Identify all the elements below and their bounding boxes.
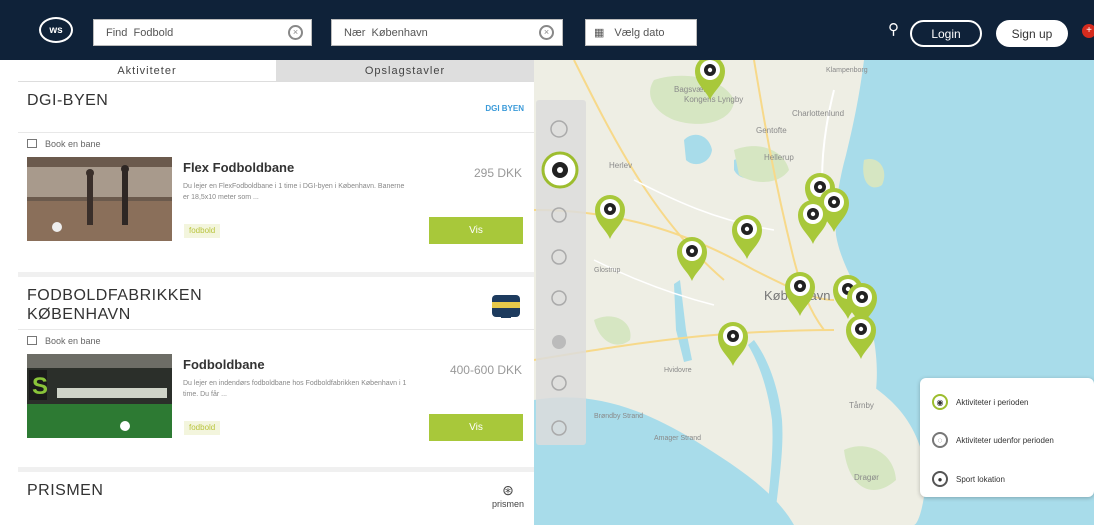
map-label-brondby: Brøndby Strand [594,413,643,420]
venue-card: PRISMEN ⊛ prismen [18,472,534,525]
map-label-tarnby: Tårnby [849,401,874,410]
results-panel: Aktiviteter Opslagstavler DGI-BYEN DGI B… [18,60,534,525]
date-picker-label: Vælg dato [614,26,665,39]
search-input[interactable] [94,26,311,39]
map-label-hellerup: Hellerup [764,153,794,162]
date-picker[interactable]: ▦ Vælg dato [585,19,697,46]
book-court-text: Book en bane [45,138,101,149]
map-label-hvidovre: Hvidovre [664,367,692,374]
top-navigation-bar: ws × × ▦ Vælg dato ⚲ Login Sign up + [0,0,1094,60]
football-category-icon[interactable] [541,151,579,189]
venue-name[interactable]: PRISMEN [27,482,103,522]
venue-name[interactable]: FODBOLDFABRIKKEN KØBENHAVN [27,286,202,329]
activity-price: 295 DKK [473,166,522,180]
venue-name-line-2: KØBENHAVN [27,306,131,323]
tab-bulletin-boards[interactable]: Opslagstavler [276,60,534,81]
grid-icon [27,336,37,345]
book-court-label: Book en bane [18,329,534,351]
location-field[interactable]: × [331,19,563,46]
search-field[interactable]: × [93,19,312,46]
legend-item-outside-period[interactable]: ◌ Aktiviteter udenfor perioden [932,432,1054,448]
activity-title[interactable]: Fodboldbane [183,357,265,372]
tab-activities[interactable]: Aktiviteter [18,60,276,81]
activity-tag: fodbold [184,421,221,435]
activity-title[interactable]: Flex Fodboldbane [183,160,294,175]
map-label-dragor: Dragør [854,473,879,482]
venue-name[interactable]: DGI-BYEN [27,92,108,132]
map-legend: ◉ Aktiviteter i perioden ◌ Aktiviteter u… [920,378,1094,497]
venue-logo-text: prismen [491,499,524,509]
activity-description: Du lejer en FlexFodboldbane i 1 time i D… [183,183,405,201]
activity-description: Du lejer en indendørs fodboldbane hos Fo… [183,380,407,398]
activity-row[interactable]: S Fodboldbane Du lejer en indendørs fodb… [18,351,534,441]
venue-logo: DGI BYEN [485,104,524,113]
map-label-amager: Amager Strand [654,435,701,442]
view-button[interactable]: Vis [429,414,523,441]
legend-label: Aktiviteter udenfor perioden [956,435,1054,445]
book-court-label: Book en bane [18,132,534,154]
activity-row[interactable]: Flex Fodboldbane Du lejer en FlexFodbold… [18,154,534,244]
venue-name-line-1: FODBOLDFABRIKKEN [27,287,203,304]
map-label-charlottenlund: Charlottenlund [792,109,844,118]
ball-category-icon[interactable] [552,335,566,349]
calendar-icon: ▦ [594,27,605,39]
activity-tag: fodbold [184,224,221,238]
view-button[interactable]: Vis [429,217,523,244]
inactive-pin-icon: ◌ [932,432,948,448]
login-button[interactable]: Login [910,20,982,47]
venue-card: FODBOLDFABRIKKEN KØBENHAVN Book en bane … [18,277,534,467]
legend-item-sport-location[interactable]: ● Sport lokation [932,471,1005,487]
legend-item-in-period[interactable]: ◉ Aktiviteter i perioden [932,394,1028,410]
active-pin-icon: ◉ [932,394,948,410]
map-label-glostrup: Glostrup [594,267,621,274]
location-input[interactable] [332,26,562,39]
clear-search-icon[interactable]: × [288,25,303,40]
map-label-lyngby: Kongens Lyngby [684,95,743,104]
activity-thumbnail[interactable]: S [27,354,172,438]
signup-button[interactable]: Sign up [996,20,1068,47]
activity-thumbnail[interactable] [27,157,172,241]
venue-logo: ⊛ prismen [492,482,524,522]
location-pin-icon[interactable]: ⚲ [888,20,899,38]
prismen-logo-icon: ⊛ [502,482,514,498]
map-label-herlev: Herlev [609,161,632,170]
book-court-text: Book en bane [45,335,101,346]
grid-icon [27,139,37,148]
language-flag-icon[interactable]: + [1082,24,1094,38]
legend-label: Aktiviteter i perioden [956,397,1029,407]
activity-price: 400-600 DKK [449,363,522,377]
site-logo[interactable]: ws [39,17,73,43]
clear-location-icon[interactable]: × [539,25,554,40]
sport-location-icon: ● [932,471,948,487]
map-label-klampenborg: Klampenborg [826,67,868,74]
svg-text:S: S [32,373,48,400]
results-tabs: Aktiviteter Opslagstavler [18,60,534,82]
map-label-gentofte: Gentofte [756,126,787,135]
venue-card: DGI-BYEN DGI BYEN Book en bane Flex Fodb… [18,82,534,272]
venue-logo [492,295,520,318]
legend-label: Sport lokation [956,474,1005,484]
